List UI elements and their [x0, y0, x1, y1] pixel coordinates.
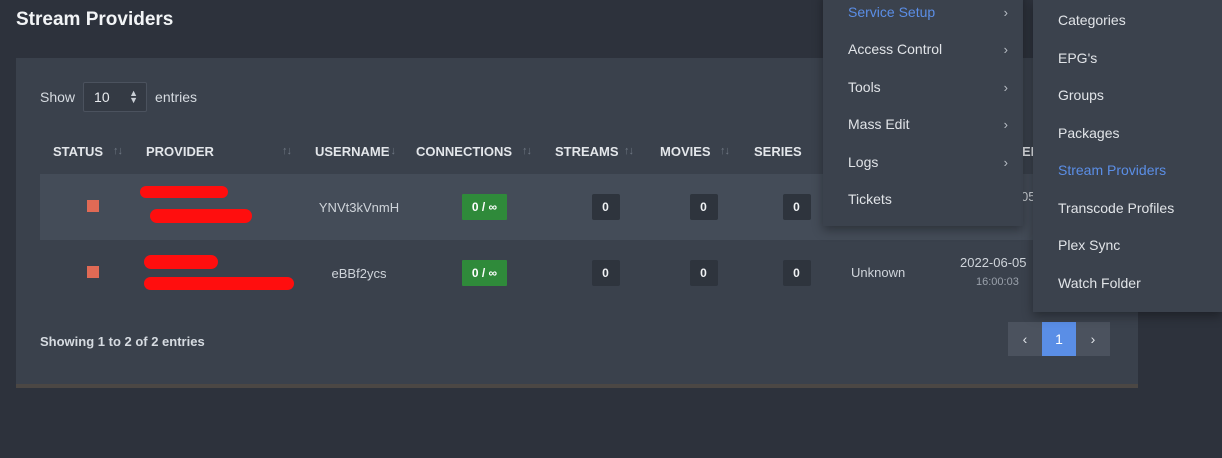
menu-item-access-control[interactable]: Access Control ›: [848, 39, 1008, 59]
entries-select[interactable]: 10 ▲ ▼: [83, 82, 148, 112]
menu-item-label: Tools: [848, 79, 881, 95]
col-series-label: SERIES: [754, 143, 802, 159]
provider-cell: [146, 240, 303, 306]
connections-cell: 0 / ∞: [415, 174, 554, 240]
username-cell: eBBf2ycs: [303, 240, 415, 306]
submenu-item-transcode-profiles[interactable]: Transcode Profiles: [1058, 200, 1174, 216]
status-cell: [40, 240, 146, 306]
select-updown-icon: ▲ ▼: [129, 88, 139, 105]
menu-item-tickets[interactable]: Tickets: [848, 189, 1008, 209]
redaction-mark: [144, 255, 218, 269]
chevron-right-icon: ›: [1003, 116, 1008, 132]
chevron-right-icon: ›: [1003, 41, 1008, 57]
page-1-button[interactable]: 1: [1042, 322, 1076, 356]
submenu-item-watch-folder[interactable]: Watch Folder: [1058, 275, 1141, 291]
movies-cell: 0: [657, 174, 750, 240]
col-connections-label: CONNECTIONS: [416, 143, 513, 159]
provider-cell: [146, 174, 303, 240]
col-provider[interactable]: PROVIDER ↑↓: [146, 128, 303, 174]
chevron-right-icon: ›: [1003, 154, 1008, 170]
col-streams-label: STREAMS: [555, 143, 619, 159]
sort-icon: ↑↓: [522, 145, 532, 157]
service-setup-submenu: Categories EPG's Groups Packages Stream …: [1033, 0, 1222, 312]
pagination: ‹ 1 ›: [1008, 322, 1110, 356]
showing-info: Showing 1 to 2 of 2 entries: [40, 334, 205, 349]
streams-badge: 0: [591, 260, 620, 286]
col-streams[interactable]: STREAMS ↑↓: [554, 128, 657, 174]
col-username-label: USERNAME: [315, 143, 390, 159]
menu-item-label: Mass Edit: [848, 116, 910, 132]
redaction-mark: [140, 186, 228, 198]
username-cell: YNVt3kVnmH: [303, 174, 415, 240]
connections-cell: 0 / ∞: [415, 240, 554, 306]
menu-item-service-setup[interactable]: Service Setup ›: [848, 2, 1008, 22]
redaction-mark: [144, 277, 294, 290]
movies-badge: 0: [689, 260, 718, 286]
col-status-label: STATUS: [53, 143, 104, 159]
col-movies-label: MOVIES: [660, 143, 711, 159]
menu-item-tools[interactable]: Tools ›: [848, 77, 1008, 97]
menu-item-label: Service Setup: [848, 4, 936, 20]
chevron-right-icon: ›: [1003, 4, 1008, 20]
entries-label: entries: [155, 89, 198, 105]
status-text: Unknown: [851, 265, 906, 280]
next-page-button[interactable]: ›: [1076, 322, 1110, 356]
sort-icon: ↑↓: [386, 145, 396, 157]
status-indicator: [87, 199, 99, 212]
sort-icon: ↑↓: [720, 145, 730, 157]
page-title: Stream Providers: [16, 9, 174, 30]
submenu-item-packages[interactable]: Packages: [1058, 125, 1119, 141]
sort-icon: ↑↓: [113, 145, 123, 157]
streams-badge: 0: [591, 194, 620, 220]
main-menu: Service Setup › Access Control › Tools › Ma…: [823, 0, 1023, 226]
submenu-item-categories[interactable]: Categories: [1058, 12, 1126, 28]
col-status[interactable]: STATUS ↑↓: [40, 128, 146, 174]
length-control: Show 10 ▲ ▼ entries: [40, 82, 197, 112]
menu-item-label: Tickets: [848, 191, 892, 207]
sort-icon: ↑↓: [624, 145, 634, 157]
series-cell: 0: [750, 240, 843, 306]
submenu-item-groups[interactable]: Groups: [1058, 87, 1104, 103]
col-connections[interactable]: CONNECTIONS ↑↓: [415, 128, 554, 174]
col-provider-label: PROVIDER: [146, 143, 214, 159]
submenu-item-epgs[interactable]: EPG's: [1058, 50, 1097, 66]
status-cell: [40, 174, 146, 240]
entries-select-value: 10: [94, 89, 110, 105]
redaction-mark: [150, 209, 252, 223]
streams-cell: 0: [554, 240, 657, 306]
submenu-item-stream-providers[interactable]: Stream Providers: [1058, 162, 1166, 178]
movies-cell: 0: [657, 240, 750, 306]
submenu-item-plex-sync[interactable]: Plex Sync: [1058, 237, 1120, 253]
chevron-right-icon: ›: [1003, 79, 1008, 95]
status-indicator: [87, 265, 99, 278]
series-badge: 0: [782, 194, 811, 220]
col-movies[interactable]: MOVIES ↑↓: [657, 128, 750, 174]
connections-badge: 0 / ∞: [461, 260, 508, 286]
menu-item-label: Logs: [848, 154, 879, 170]
streams-cell: 0: [554, 174, 657, 240]
show-label: Show: [40, 89, 76, 105]
connections-badge: 0 / ∞: [461, 194, 508, 220]
sort-icon: ↑↓: [282, 145, 292, 157]
series-badge: 0: [782, 260, 811, 286]
prev-page-button[interactable]: ‹: [1008, 322, 1042, 356]
menu-item-mass-edit[interactable]: Mass Edit ›: [848, 114, 1008, 134]
menu-item-logs[interactable]: Logs ›: [848, 152, 1008, 172]
movies-badge: 0: [689, 194, 718, 220]
col-username[interactable]: USERNAME ↑↓: [303, 128, 415, 174]
time-value: 16:00:03: [976, 276, 1019, 288]
menu-item-label: Access Control: [848, 41, 943, 57]
date-value: 2022-06-05: [960, 255, 1027, 270]
